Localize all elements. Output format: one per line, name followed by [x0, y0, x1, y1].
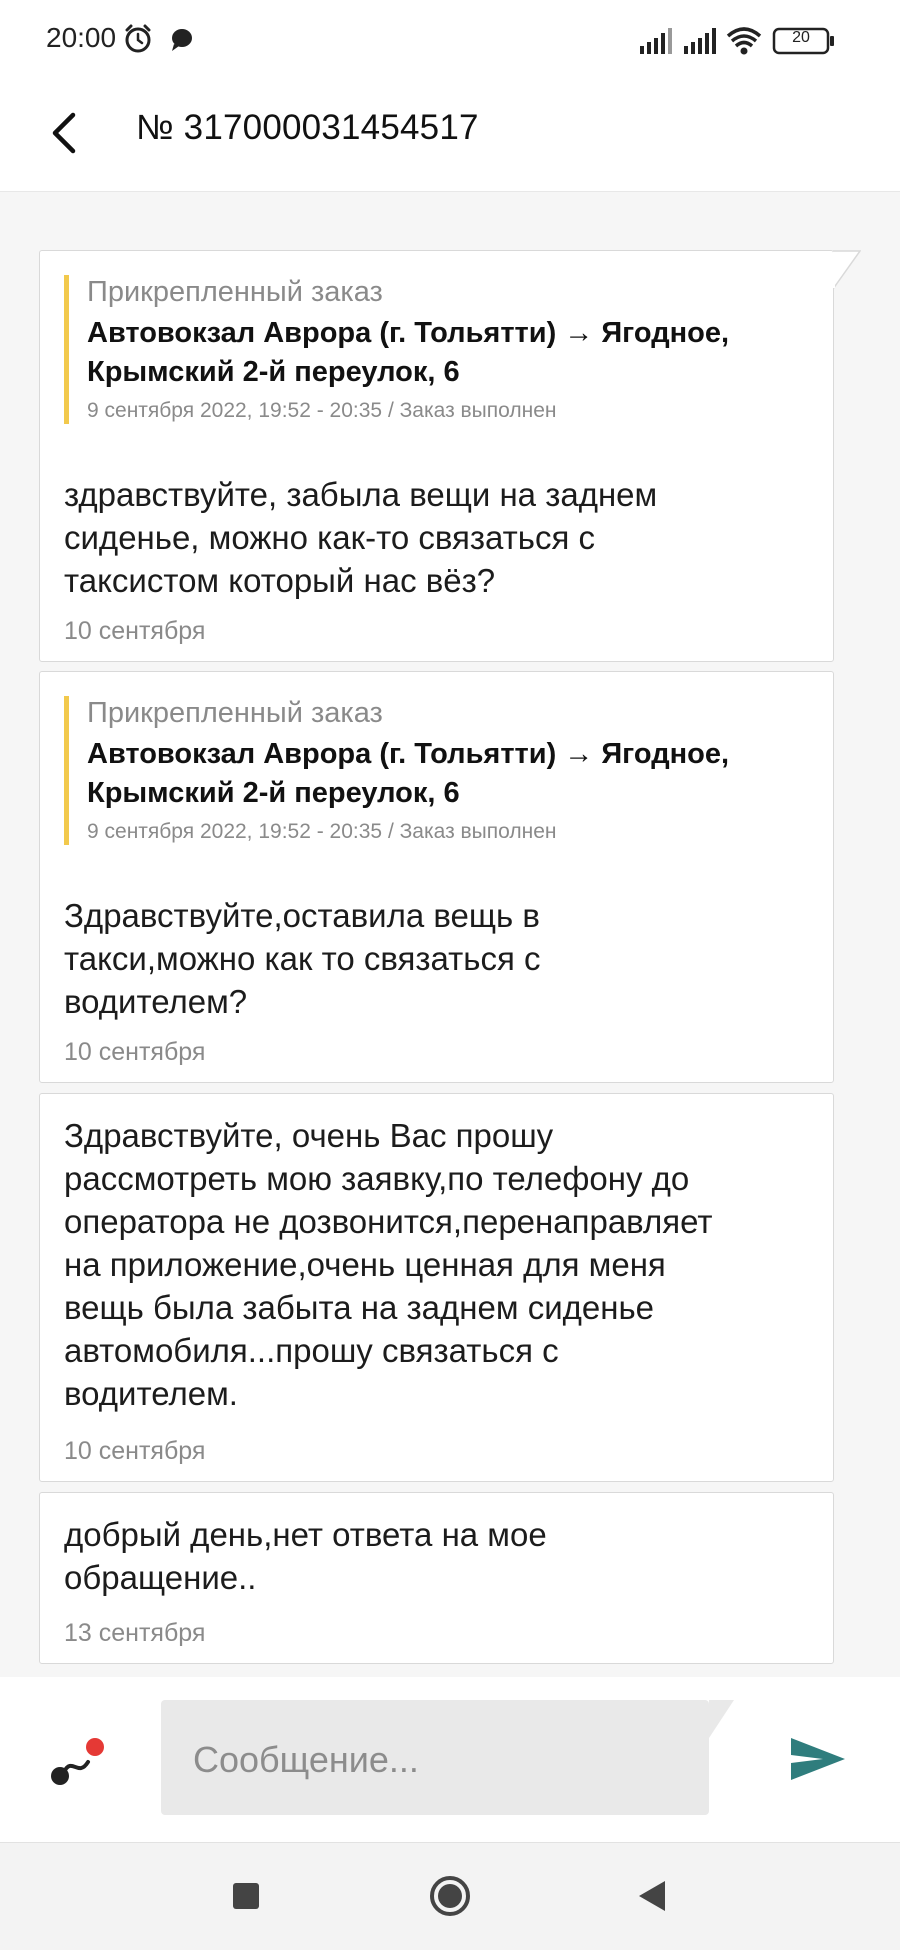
send-button[interactable] — [786, 1731, 850, 1787]
app-header: № 317000031454517 — [0, 80, 900, 192]
attached-order[interactable]: Прикрепленный заказ Автовокзал Аврора (г… — [64, 696, 809, 845]
status-bar: 20:00 20 — [0, 0, 900, 80]
message-text: Здравствуйте, очень Вас прошу рассмотрет… — [64, 1117, 713, 1412]
wifi-icon — [726, 27, 762, 55]
input-tail — [709, 1700, 734, 1738]
chat-bubble-icon — [172, 29, 192, 51]
home-icon — [430, 1876, 470, 1916]
signal-icon — [640, 28, 672, 54]
message-text: Здравствуйте,оставила вещь в такси,можно… — [64, 897, 541, 1020]
message-text: здравствуйте, забыла вещи на заднем сиде… — [64, 476, 658, 599]
recent-apps-button[interactable] — [221, 1871, 271, 1921]
recent-apps-icon — [233, 1883, 259, 1909]
nav-back-button[interactable] — [627, 1871, 677, 1921]
system-nav-bar — [0, 1842, 900, 1950]
attached-order-meta: 9 сентября 2022, 19:52 - 20:35 / Заказ в… — [87, 399, 557, 422]
attached-order-label: Прикрепленный заказ — [87, 276, 383, 308]
battery-level: 20 — [792, 29, 810, 46]
attached-order[interactable]: Прикрепленный заказ Автовокзал Аврора (г… — [64, 275, 809, 424]
back-icon — [639, 1881, 665, 1911]
chat-area[interactable]: Прикрепленный заказ Автовокзал Аврора (г… — [0, 192, 900, 1677]
attached-order-meta: 9 сентября 2022, 19:52 - 20:35 / Заказ в… — [87, 820, 557, 843]
message-date: 10 сентября — [64, 1038, 206, 1066]
send-icon — [791, 1738, 845, 1780]
message-bubble: Прикрепленный заказ Автовокзал Аврора (г… — [39, 671, 834, 1083]
back-button[interactable] — [36, 100, 92, 166]
status-time: 20:00 — [46, 22, 117, 53]
message-text: добрый день,нет ответа на мое обращение.… — [64, 1516, 547, 1596]
attach-squiggle-icon — [51, 1738, 104, 1785]
attach-button[interactable] — [50, 1732, 106, 1788]
message-bubble: добрый день,нет ответа на мое обращение.… — [39, 1492, 834, 1664]
alarm-icon — [125, 24, 151, 53]
bubble-tail — [833, 250, 861, 290]
status-right-icons: 20 — [640, 24, 850, 58]
message-date: 13 сентября — [64, 1619, 206, 1647]
status-left-icons — [122, 24, 192, 54]
home-button[interactable] — [425, 1871, 475, 1921]
message-bubble: Здравствуйте, очень Вас прошу рассмотрет… — [39, 1093, 834, 1482]
chevron-left-icon — [52, 112, 76, 154]
attached-order-route: Автовокзал Аврора (г. Тольятти) → Ягодно… — [87, 738, 730, 809]
message-date: 10 сентября — [64, 1437, 206, 1465]
message-bubble: Прикрепленный заказ Автовокзал Аврора (г… — [39, 250, 861, 662]
message-date: 10 сентября — [64, 617, 206, 645]
composer-bar — [0, 1677, 900, 1842]
page-title: № 317000031454517 — [136, 108, 479, 147]
message-input[interactable] — [161, 1700, 709, 1815]
attached-order-route: Автовокзал Аврора (г. Тольятти) → Ягодно… — [87, 317, 730, 388]
attached-order-label: Прикрепленный заказ — [87, 697, 383, 729]
signal-icon — [684, 28, 716, 54]
